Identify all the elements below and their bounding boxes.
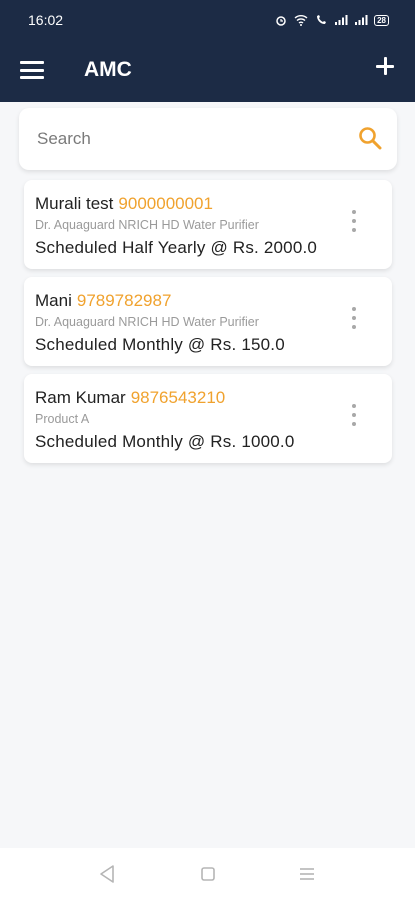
volte-icon: [317, 15, 327, 24]
alarm-icon: [276, 16, 286, 26]
battery-icon: 28: [374, 14, 389, 26]
status-time: 16:02: [28, 12, 64, 28]
list-item[interactable]: Murali test 9000000001 Dr. Aquaguard NRIC…: [24, 180, 392, 269]
status-bar: 16:02 28: [0, 0, 415, 40]
page-title: AMC: [84, 58, 132, 81]
wifi-icon: [294, 15, 308, 26]
signal-icon-1: [335, 15, 348, 25]
customer-phone[interactable]: 9000000001: [118, 194, 213, 213]
more-options-icon[interactable]: [346, 404, 362, 426]
signal-icon-2: [355, 15, 368, 25]
search-icon[interactable]: [357, 125, 383, 151]
list-item[interactable]: Mani 9789782987 Dr. Aquaguard NRICH HD Wa…: [24, 277, 392, 366]
schedule-text: Scheduled Monthly @ Rs. 1000.0: [35, 432, 295, 451]
search-bar: [19, 108, 397, 170]
triangle-back-icon[interactable]: [98, 864, 116, 884]
list-item[interactable]: Ram Kumar 9876543210 Product A Scheduled …: [24, 374, 392, 463]
schedule-text: Scheduled Monthly @ Rs. 150.0: [35, 335, 285, 354]
toolbar: AMC: [0, 40, 415, 102]
customer-name: Mani: [35, 291, 72, 310]
square-home-icon[interactable]: [200, 866, 216, 882]
product-name: Product A: [35, 412, 90, 426]
more-options-icon[interactable]: [346, 210, 362, 232]
product-name: Dr. Aquaguard NRICH HD Water Purifier: [35, 218, 259, 232]
app-header: 16:02 28 AMC: [0, 0, 415, 102]
product-name: Dr. Aquaguard NRICH HD Water Purifier: [35, 315, 259, 329]
lines-recents-icon[interactable]: [299, 866, 315, 882]
hamburger-menu-icon[interactable]: [20, 61, 44, 79]
customer-phone[interactable]: 9789782987: [77, 291, 172, 310]
search-input[interactable]: [37, 124, 337, 154]
system-nav-bar: [0, 848, 415, 900]
customer-name: Ram Kumar: [35, 388, 126, 407]
customer-phone[interactable]: 9876543210: [131, 388, 226, 407]
status-icons: 28: [274, 14, 389, 26]
add-amc-button[interactable]: [373, 54, 397, 78]
schedule-text: Scheduled Half Yearly @ Rs. 2000.0: [35, 238, 318, 257]
more-options-icon[interactable]: [346, 307, 362, 329]
customer-name: Murali test: [35, 194, 114, 213]
